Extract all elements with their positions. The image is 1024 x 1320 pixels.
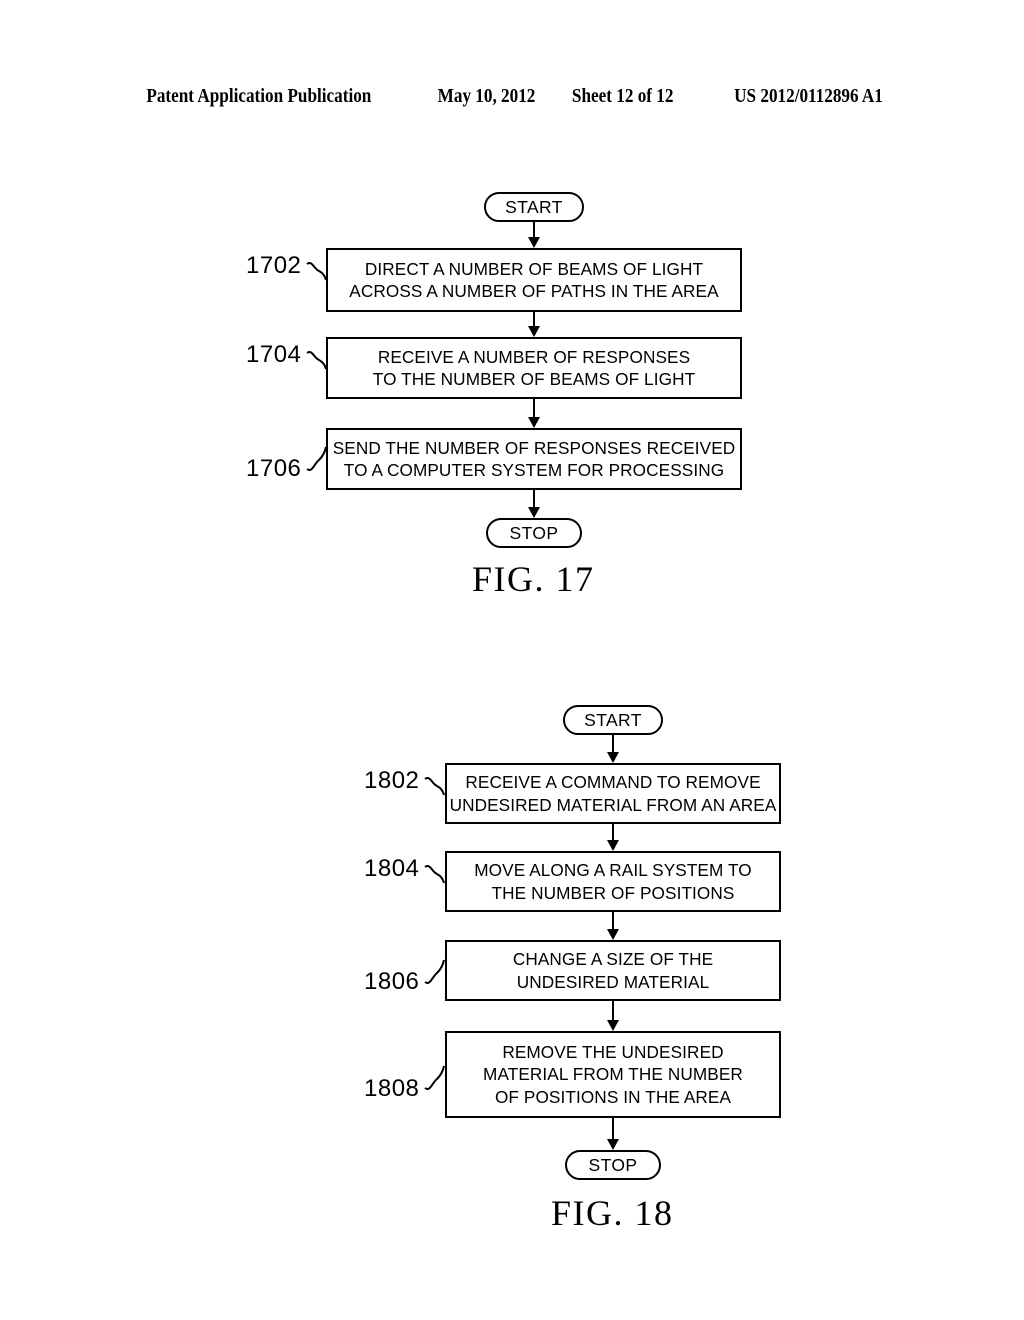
fig18-step-1806-box: CHANGE A SIZE OF THE UNDESIRED MATERIAL: [445, 940, 781, 1001]
fig18-step-1806-line-2: UNDESIRED MATERIAL: [516, 971, 710, 992]
fig18-step-1808-box: REMOVE THE UNDESIRED MATERIAL FROM THE N…: [445, 1031, 781, 1118]
fig18-step-1802-line-2: UNDESIRED MATERIAL FROM AN AREA: [449, 794, 777, 815]
fig18-step-1804-line-1: MOVE ALONG A RAIL SYSTEM TO: [474, 860, 752, 881]
fig18-step-1808-ref: 1808: [364, 1075, 420, 1102]
fig18-arrow-1808-to-stop: [604, 1118, 622, 1150]
fig18-start-label: START: [584, 709, 642, 730]
fig18-step-1806-leader: [424, 957, 450, 987]
fig18-step-1806-line-1: CHANGE A SIZE OF THE: [512, 949, 714, 970]
fig18-step-1802-leader: [424, 773, 450, 799]
figure-18: START RECEIVE A COMMAND TO REMOVE UNDESI…: [0, 0, 1024, 1320]
fig18-arrow-1806-to-1808: [604, 1001, 622, 1031]
fig18-step-1808-leader: [424, 1063, 450, 1093]
fig18-step-1802-line-1: RECEIVE A COMMAND TO REMOVE: [465, 772, 761, 793]
fig18-stop-terminal: STOP: [565, 1150, 661, 1180]
fig18-step-1808-line-1: REMOVE THE UNDESIRED: [502, 1041, 724, 1062]
fig18-stop-label: STOP: [588, 1154, 638, 1175]
fig18-step-1806-ref: 1806: [364, 968, 420, 995]
fig18-step-1808-line-2: MATERIAL FROM THE NUMBER: [483, 1064, 743, 1085]
fig18-arrow-start-to-1802: [604, 735, 622, 763]
fig18-start-terminal: START: [563, 705, 663, 735]
fig18-step-1804-leader: [424, 861, 450, 887]
fig18-arrow-1804-to-1806: [604, 912, 622, 940]
fig18-step-1804-box: MOVE ALONG A RAIL SYSTEM TO THE NUMBER O…: [445, 851, 781, 912]
fig18-step-1804-ref: 1804: [364, 855, 420, 882]
fig18-step-1804-line-2: THE NUMBER OF POSITIONS: [491, 882, 735, 903]
fig18-step-1802-box: RECEIVE A COMMAND TO REMOVE UNDESIRED MA…: [445, 763, 781, 824]
fig18-step-1808-line-3: OF POSITIONS IN THE AREA: [494, 1086, 732, 1107]
fig18-step-1802-ref: 1802: [364, 767, 420, 794]
fig18-caption: FIG. 18: [551, 1193, 674, 1233]
fig18-arrow-1802-to-1804: [604, 824, 622, 851]
